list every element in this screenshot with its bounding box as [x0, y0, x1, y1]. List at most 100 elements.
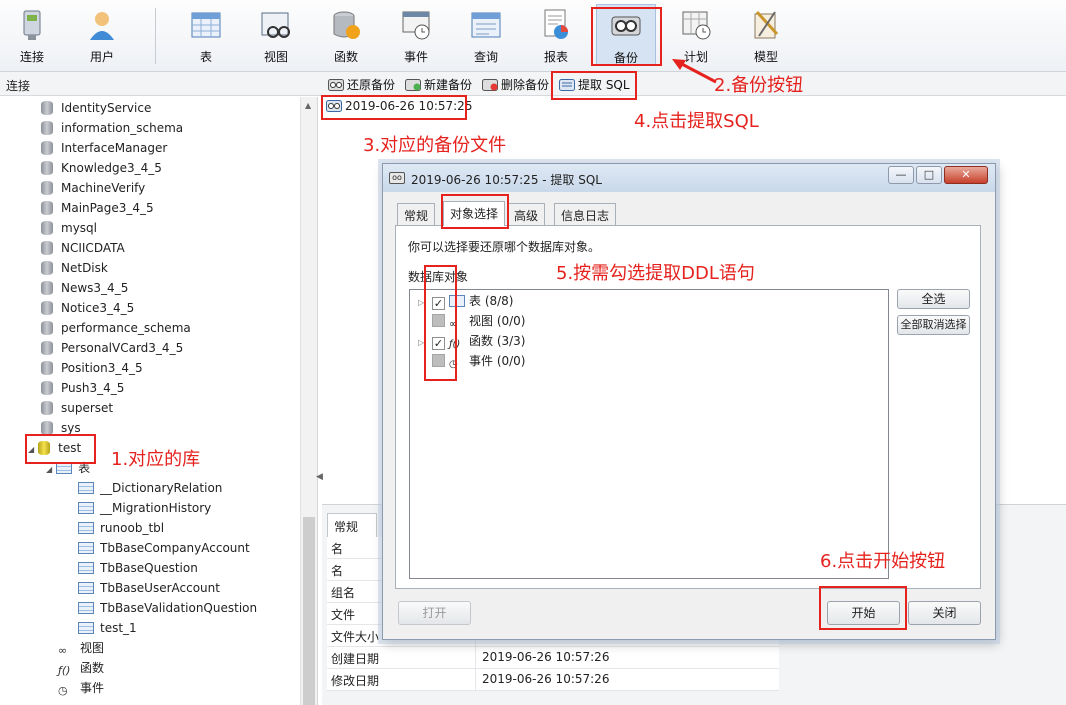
object-row-views[interactable]: ∞ 视图 (0/0)	[418, 312, 526, 330]
toolbar-model-button[interactable]: 模型	[736, 4, 796, 66]
tree-db-node[interactable]: Push3_4_5	[41, 378, 124, 398]
tree-table-node[interactable]: __DictionaryRelation	[78, 478, 222, 498]
new-backup-icon	[405, 79, 421, 91]
close-window-button[interactable]: ✕	[944, 166, 988, 184]
tree-table-node[interactable]: runoob_tbl	[78, 518, 164, 538]
node-label: 函数	[80, 661, 105, 675]
splitter-arrow-icon[interactable]: ◀	[316, 472, 323, 482]
button-label: 开始	[851, 606, 876, 620]
extract-sql-button[interactable]: 提取 SQL	[559, 76, 630, 93]
toolbar-function-button[interactable]: 函数	[316, 4, 376, 66]
property-key: 名	[331, 564, 344, 578]
toolbar-user-button[interactable]: 用户	[72, 4, 132, 66]
tree-db-node[interactable]: mysql	[41, 218, 97, 238]
expand-arrow-icon[interactable]: ▷	[418, 294, 428, 312]
expand-arrow-icon[interactable]: ▷	[418, 334, 428, 352]
table-icon	[78, 602, 94, 614]
tree-db-node[interactable]: superset	[41, 398, 113, 418]
restore-icon	[328, 79, 344, 91]
select-all-button[interactable]: 全选	[897, 289, 970, 309]
toolbar-label: 视图	[263, 50, 288, 64]
toolbar-event-button[interactable]: 事件	[386, 4, 446, 66]
backup-file-item[interactable]: 2019-06-26 10:57:25	[326, 99, 472, 113]
tree-db-node[interactable]: sys	[41, 418, 81, 438]
functions-checkbox[interactable]: ✓	[432, 337, 445, 350]
toolbar-label: 报表	[543, 50, 568, 64]
action-label: 删除备份	[501, 78, 550, 92]
events-checkbox[interactable]	[432, 354, 445, 367]
tree-db-node[interactable]: Knowledge3_4_5	[41, 158, 162, 178]
tree-db-node[interactable]: NetDisk	[41, 258, 108, 278]
tables-checkbox[interactable]: ✓	[432, 297, 445, 310]
tab-general[interactable]: 常规	[397, 203, 436, 225]
tree-functions-node[interactable]: ƒ() 函数	[58, 658, 104, 678]
object-row-events[interactable]: ◷ 事件 (0/0)	[418, 352, 526, 370]
start-button[interactable]: 开始	[827, 601, 900, 625]
query-icon	[471, 12, 501, 38]
database-icon	[41, 221, 53, 235]
toolbar-query-button[interactable]: 查询	[456, 4, 516, 66]
tab-general[interactable]: 常规	[327, 513, 377, 537]
tree-db-node[interactable]: InterfaceManager	[41, 138, 167, 158]
tree-db-node[interactable]: Notice3_4_5	[41, 298, 134, 318]
tree-table-node[interactable]: TbBaseCompanyAccount	[78, 538, 250, 558]
tree-db-node[interactable]: NCIICDATA	[41, 238, 125, 258]
object-row-tables[interactable]: ▷ ✓ 表 (8/8)	[418, 292, 514, 310]
tree-table-node[interactable]: TbBaseQuestion	[78, 558, 198, 578]
delete-backup-button[interactable]: 删除备份	[482, 76, 549, 93]
tree-db-node-active[interactable]: ◢ test	[28, 438, 81, 458]
new-backup-button[interactable]: 新建备份	[405, 76, 472, 93]
object-label: 视图 (0/0)	[469, 314, 526, 328]
tree-db-node[interactable]: IdentityService	[41, 98, 151, 118]
tab-object-selection[interactable]: 对象选择	[443, 201, 506, 226]
tree-events-node[interactable]: ◷ 事件	[58, 678, 104, 698]
tree-db-node[interactable]: MainPage3_4_5	[41, 198, 154, 218]
restore-backup-button[interactable]: 还原备份	[328, 76, 395, 93]
toolbar-view-button[interactable]: 视图	[246, 4, 306, 66]
button-label: 全部取消选择	[900, 318, 967, 331]
tree-scrollbar[interactable]: ▲	[300, 97, 317, 705]
tab-message-log[interactable]: 信息日志	[554, 203, 617, 225]
tree-table-node[interactable]: TbBaseValidationQuestion	[78, 598, 257, 618]
scrollbar-thumb[interactable]	[303, 517, 315, 705]
tree-tables-node[interactable]: ◢ 表	[46, 458, 90, 478]
connection-tree: IdentityService information_schema Inter…	[0, 97, 318, 705]
database-icon	[41, 241, 53, 255]
database-icon	[41, 401, 53, 415]
tree-db-node[interactable]: News3_4_5	[41, 278, 128, 298]
object-row-functions[interactable]: ▷ ✓ ƒ() 函数 (3/3)	[418, 332, 526, 350]
toolbar-connection-button[interactable]: 连接	[2, 4, 62, 66]
views-checkbox[interactable]	[432, 314, 445, 327]
extract-sql-icon	[559, 79, 575, 91]
tree-table-node[interactable]: test_1	[78, 618, 137, 638]
tree-db-node[interactable]: Position3_4_5	[41, 358, 143, 378]
table-icon	[78, 522, 94, 534]
scroll-up-arrow-icon[interactable]: ▲	[305, 101, 311, 110]
toolbar-backup-button[interactable]: 备份	[596, 4, 656, 66]
tree-table-node[interactable]: __MigrationHistory	[78, 498, 211, 518]
toolbar-label: 备份	[613, 51, 638, 65]
db-name: MainPage3_4_5	[61, 201, 154, 215]
tree-db-node[interactable]: performance_schema	[41, 318, 191, 338]
annotation-step-4: 4.点击提取SQL	[634, 111, 759, 132]
open-button[interactable]: 打开	[398, 601, 471, 625]
minimize-button[interactable]: —	[888, 166, 914, 184]
db-name: performance_schema	[61, 321, 191, 335]
close-button[interactable]: 关闭	[908, 601, 981, 625]
deselect-all-button[interactable]: 全部取消选择	[897, 315, 970, 335]
toolbar-report-button[interactable]: 报表	[526, 4, 586, 66]
maximize-button[interactable]: □	[916, 166, 942, 184]
tree-table-node[interactable]: TbBaseUserAccount	[78, 578, 220, 598]
tab-advanced[interactable]: 高级	[507, 203, 546, 225]
tree-views-node[interactable]: ∞ 视图	[58, 638, 104, 658]
tree-db-node[interactable]: information_schema	[41, 118, 183, 138]
property-key: 名	[331, 542, 344, 556]
dialog-titlebar[interactable]: oo 2019-06-26 10:57:25 - 提取 SQL — □ ✕	[383, 164, 995, 192]
db-name: NCIICDATA	[61, 241, 125, 255]
tree-db-node[interactable]: PersonalVCard3_4_5	[41, 338, 183, 358]
db-name: IdentityService	[61, 101, 152, 115]
toolbar-table-button[interactable]: 表	[176, 4, 236, 66]
dialog-title: 2019-06-26 10:57:25 - 提取 SQL	[411, 173, 602, 187]
tab-label: 对象选择	[450, 207, 499, 221]
tree-db-node[interactable]: MachineVerify	[41, 178, 145, 198]
